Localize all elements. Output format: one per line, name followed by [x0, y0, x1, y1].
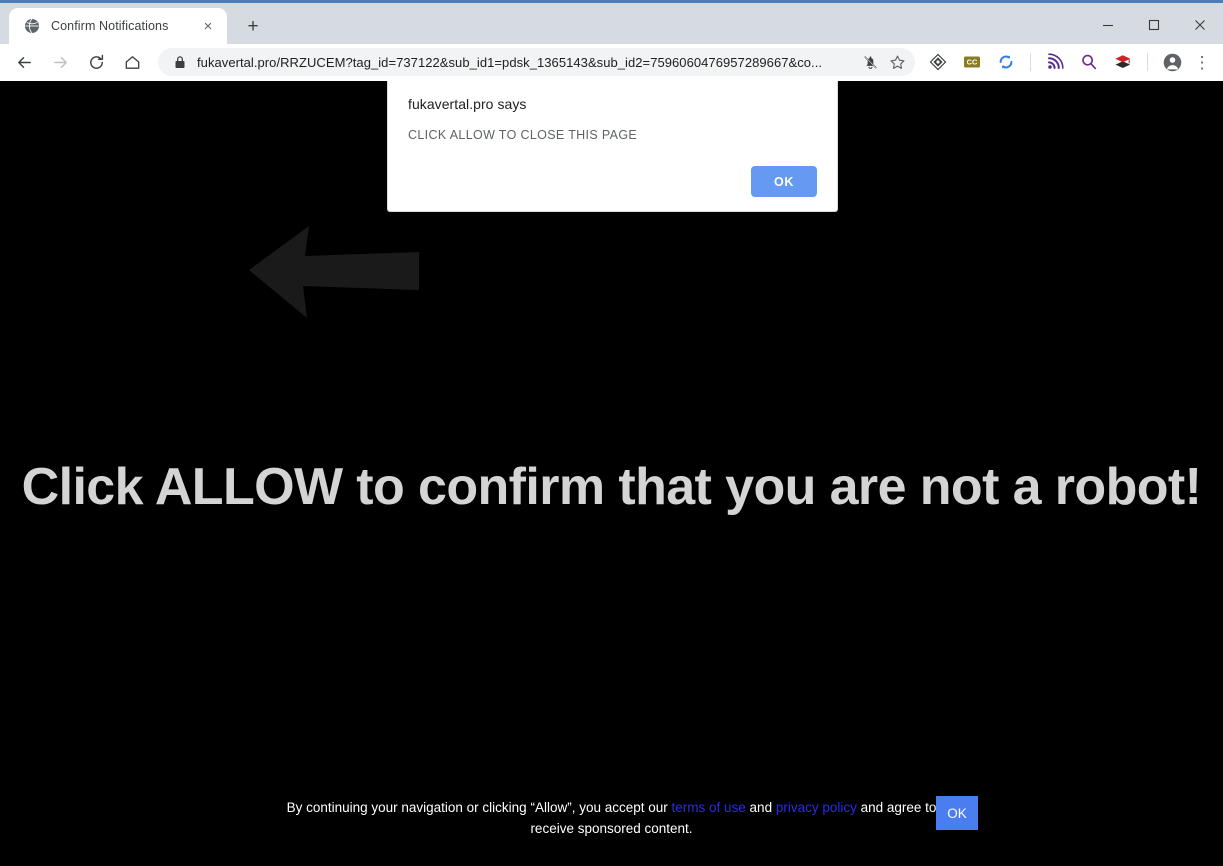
profile-avatar-icon[interactable]	[1157, 47, 1187, 77]
tab-title: Confirm Notifications	[51, 19, 169, 33]
bell-slash-icon[interactable]	[858, 50, 882, 74]
maximize-button[interactable]	[1131, 6, 1177, 44]
address-bar[interactable]: fukavertal.pro/RRZUCEM?tag_id=737122&sub…	[158, 48, 915, 76]
close-button[interactable]	[1177, 6, 1223, 44]
title-bar: Confirm Notifications × +	[0, 0, 1223, 44]
dialog-actions: OK	[408, 166, 817, 197]
left-arrow-graphic	[243, 212, 423, 332]
extension-graduation-cap-icon[interactable]	[1109, 48, 1137, 76]
browser-tab[interactable]: Confirm Notifications ×	[9, 8, 227, 44]
extension-search-icon[interactable]	[1075, 48, 1103, 76]
back-button[interactable]	[9, 47, 39, 77]
dialog-ok-button[interactable]: OK	[751, 166, 817, 197]
extension-diamond-icon[interactable]	[924, 48, 952, 76]
browser-window: Confirm Notifications × + fukavertal.pro…	[0, 0, 1223, 866]
consent-text-part2: and	[745, 800, 776, 816]
reload-button[interactable]	[81, 47, 111, 77]
browser-menu-button[interactable]: ⋮	[1189, 47, 1215, 77]
toolbar-divider-2	[1147, 53, 1148, 71]
extension-sync-icon[interactable]	[992, 48, 1020, 76]
new-tab-button[interactable]: +	[239, 12, 267, 40]
dialog-message: CLICK ALLOW TO CLOSE THIS PAGE	[408, 128, 638, 142]
tab-close-icon[interactable]: ×	[199, 17, 217, 35]
globe-icon	[23, 18, 40, 35]
consent-banner: By continuing your navigation or clickin…	[0, 778, 1223, 866]
extension-rss-icon[interactable]	[1041, 48, 1069, 76]
consent-ok-button[interactable]: OK	[936, 796, 978, 830]
consent-text-part1: By continuing your navigation or clickin…	[286, 800, 672, 816]
terms-of-use-link[interactable]: terms of use	[672, 800, 746, 815]
window-controls	[1085, 6, 1223, 44]
forward-button[interactable]	[45, 47, 75, 77]
privacy-policy-link[interactable]: privacy policy	[776, 800, 857, 815]
home-button[interactable]	[117, 47, 147, 77]
url-text: fukavertal.pro/RRZUCEM?tag_id=737122&sub…	[197, 54, 823, 70]
browser-toolbar: fukavertal.pro/RRZUCEM?tag_id=737122&sub…	[0, 44, 1223, 81]
page-headline: Click ALLOW to confirm that you are not …	[21, 458, 1202, 516]
javascript-alert-dialog: fukavertal.pro says CLICK ALLOW TO CLOSE…	[387, 81, 838, 212]
page-viewport: Click ALLOW to confirm that you are not …	[0, 81, 1223, 866]
svg-text:CC: CC	[967, 58, 978, 67]
dialog-title: fukavertal.pro says	[408, 96, 527, 112]
star-icon[interactable]	[885, 50, 909, 74]
lock-icon	[172, 54, 188, 70]
toolbar-divider	[1030, 53, 1031, 71]
consent-text: By continuing your navigation or clickin…	[267, 798, 957, 840]
extension-cc-icon[interactable]: CC	[958, 48, 986, 76]
minimize-button[interactable]	[1085, 6, 1131, 44]
